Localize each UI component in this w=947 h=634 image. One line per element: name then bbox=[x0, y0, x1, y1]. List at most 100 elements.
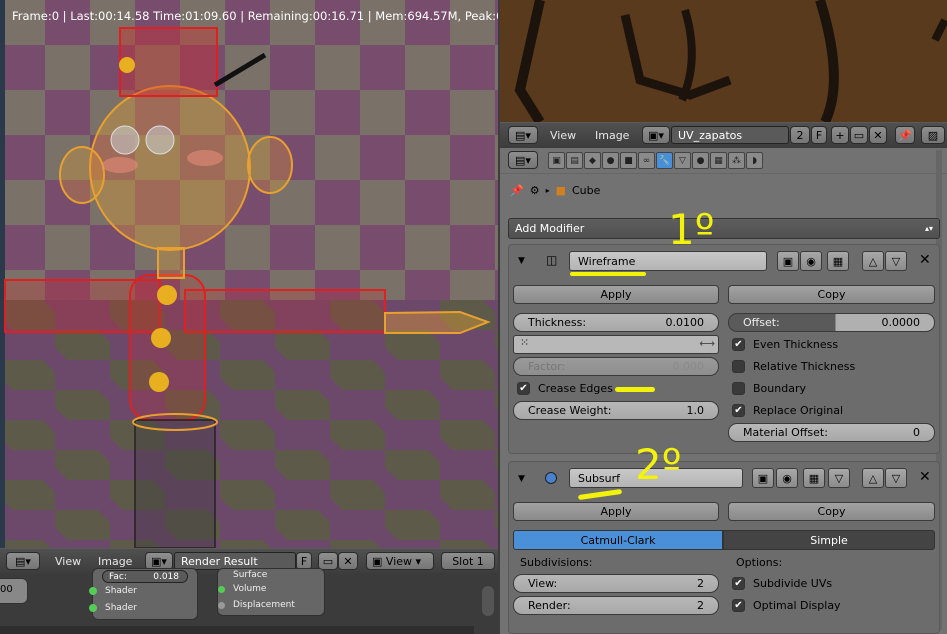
world-tab-icon[interactable]: ● bbox=[602, 152, 619, 169]
image-editor-area: Frame:0 | Last:00:14.58 Time:01:09.60 | … bbox=[0, 0, 498, 634]
wireframe-name-field[interactable]: Wireframe bbox=[569, 251, 767, 271]
uv-image-view[interactable] bbox=[500, 0, 947, 122]
unchecked-box-icon bbox=[732, 382, 745, 395]
shader-socket-2[interactable] bbox=[89, 604, 97, 612]
replace-original-label: Replace Original bbox=[753, 404, 844, 417]
slot-dropdown[interactable]: Slot 1 bbox=[441, 552, 495, 570]
uv-open-image-icon[interactable]: ▭ bbox=[850, 126, 868, 144]
wireframe-move-up-icon[interactable]: △ bbox=[862, 251, 884, 271]
wireframe-viewport-toggle-icon[interactable]: ◉ bbox=[800, 251, 822, 271]
checkmark-icon: ✔ bbox=[732, 577, 745, 590]
tab-catmull-clark[interactable]: Catmull-Clark bbox=[513, 530, 723, 550]
render-layers-tab-icon[interactable]: ▤ bbox=[566, 152, 583, 169]
volume-socket[interactable] bbox=[218, 586, 225, 593]
unchecked-box-icon bbox=[732, 360, 745, 373]
wireframe-move-down-icon[interactable]: ▽ bbox=[885, 251, 907, 271]
uv-view-menu[interactable]: View bbox=[550, 129, 576, 142]
subsurf-copy-button[interactable]: Copy bbox=[728, 502, 935, 521]
subsurf-move-down-icon[interactable]: ▽ bbox=[885, 468, 907, 488]
uv-render-icon[interactable]: ▨ bbox=[921, 126, 945, 144]
breadcrumb-separator-icon: ▸ bbox=[545, 186, 550, 195]
particles-tab-icon[interactable]: ⁂ bbox=[728, 152, 745, 169]
render-tab-icon[interactable]: ▣ bbox=[548, 152, 565, 169]
uv-texture-strokes bbox=[514, 0, 947, 122]
invert-vertex-group-icon[interactable]: ⟷ bbox=[699, 337, 715, 350]
subdivide-uvs-label: Subdivide UVs bbox=[753, 577, 833, 590]
view-mode-dropdown[interactable]: ▣ View ▾ bbox=[366, 552, 434, 570]
checkmark-icon: ✔ bbox=[732, 338, 745, 351]
scene-tab-icon[interactable]: ◆ bbox=[584, 152, 601, 169]
texture-tab-icon[interactable]: ▦ bbox=[710, 152, 727, 169]
modifiers-tab-icon[interactable]: 🔧 bbox=[656, 152, 673, 169]
even-thickness-checkbox[interactable]: ✔ Even Thickness bbox=[732, 338, 838, 351]
subsurf-apply-button[interactable]: Apply bbox=[513, 502, 719, 521]
breadcrumb: 📌 ⚙ ▸ ■ Cube bbox=[510, 184, 600, 197]
subdivision-render-field[interactable]: Render: 2 bbox=[513, 596, 719, 615]
subsurf-collapse-icon[interactable]: ▼ bbox=[518, 474, 525, 484]
pin-icon[interactable]: 📌 bbox=[510, 184, 524, 197]
add-modifier-dropdown[interactable]: Add Modifier ▴▾ bbox=[508, 218, 940, 239]
material-tab-icon[interactable]: ● bbox=[692, 152, 709, 169]
wireframe-render-toggle-icon[interactable]: ▣ bbox=[777, 251, 799, 271]
node-editor[interactable]: 00 Fac: 0.018 Shader Shader Surface Volum… bbox=[0, 568, 498, 634]
wireframe-copy-button[interactable]: Copy bbox=[728, 285, 935, 304]
uv-pin-icon[interactable]: 📌 bbox=[895, 126, 915, 144]
uv-unlink-icon[interactable]: ✕ bbox=[869, 126, 887, 144]
view-menu[interactable]: View bbox=[55, 555, 81, 568]
replace-original-checkbox[interactable]: ✔ Replace Original bbox=[732, 404, 843, 417]
subdivision-view-field[interactable]: View: 2 bbox=[513, 574, 719, 593]
wireframe-remove-icon[interactable]: ✕ bbox=[919, 252, 931, 268]
add-modifier-label: Add Modifier bbox=[515, 222, 585, 235]
wireframe-collapse-icon[interactable]: ▼ bbox=[518, 256, 525, 266]
render-result-image[interactable]: Frame:0 | Last:00:14.58 Time:01:09.60 | … bbox=[0, 0, 498, 548]
wireframe-editmode-toggle-icon[interactable]: ▦ bbox=[827, 251, 849, 271]
displacement-label: Displacement bbox=[233, 600, 295, 610]
fac-value: 0.018 bbox=[153, 571, 179, 582]
annotation-second: 2º bbox=[635, 440, 682, 489]
boundary-label: Boundary bbox=[753, 382, 806, 395]
boundary-checkbox[interactable]: Boundary bbox=[732, 382, 806, 395]
object-tab-icon[interactable]: ■ bbox=[620, 152, 637, 169]
uv-fake-user-button[interactable]: F bbox=[811, 126, 827, 144]
open-image-icon[interactable]: ▭ bbox=[318, 552, 338, 570]
physics-tab-icon[interactable]: ◗ bbox=[746, 152, 763, 169]
relative-thickness-checkbox[interactable]: Relative Thickness bbox=[732, 360, 855, 373]
factor-field: Factor: 0.000 bbox=[513, 357, 719, 376]
image-menu[interactable]: Image bbox=[98, 555, 132, 568]
uv-users-count[interactable]: 2 bbox=[790, 126, 810, 144]
subsurf-viewport-toggle-icon[interactable]: ◉ bbox=[776, 468, 798, 488]
crease-edges-checkbox[interactable]: ✔ Crease Edges bbox=[517, 382, 613, 395]
material-offset-field[interactable]: Material Offset: 0 bbox=[728, 423, 935, 442]
subsurf-render-toggle-icon[interactable]: ▣ bbox=[752, 468, 774, 488]
optimal-display-checkbox[interactable]: ✔ Optimal Display bbox=[732, 599, 841, 612]
unlink-image-icon[interactable]: ✕ bbox=[338, 552, 358, 570]
tab-simple[interactable]: Simple bbox=[723, 530, 935, 550]
wireframe-apply-button[interactable]: Apply bbox=[513, 285, 719, 304]
uv-image-menu[interactable]: Image bbox=[595, 129, 629, 142]
node-editor-scroll[interactable] bbox=[482, 586, 494, 616]
displacement-socket[interactable] bbox=[218, 602, 225, 609]
offset-field[interactable]: Offset: 0.0000 bbox=[728, 313, 935, 332]
crease-weight-field[interactable]: Crease Weight: 1.0 bbox=[513, 401, 719, 420]
properties-editor-type[interactable]: ▤▾ bbox=[508, 151, 538, 169]
shader-socket-1[interactable] bbox=[89, 587, 97, 595]
crease-weight-label: Crease Weight: bbox=[528, 404, 612, 417]
data-tab-icon[interactable]: ▽ bbox=[674, 152, 691, 169]
thickness-label: Thickness: bbox=[528, 316, 587, 329]
shader-label-2: Shader bbox=[105, 603, 137, 613]
subsurf-cage-toggle-icon[interactable]: ▽ bbox=[828, 468, 850, 488]
subsurf-editmode-toggle-icon[interactable]: ▦ bbox=[803, 468, 825, 488]
editor-type-button[interactable]: ▤▾ bbox=[6, 552, 40, 570]
uv-image-name-field[interactable]: UV_zapatos bbox=[671, 126, 789, 144]
thickness-field[interactable]: Thickness: 0.0100 bbox=[513, 313, 719, 332]
fac-field[interactable]: Fac: 0.018 bbox=[102, 570, 188, 583]
subsurf-move-up-icon[interactable]: △ bbox=[862, 468, 884, 488]
subsurf-remove-icon[interactable]: ✕ bbox=[919, 469, 931, 485]
uv-new-image-icon[interactable]: + bbox=[831, 126, 849, 144]
uv-editor-type-button[interactable]: ▤▾ bbox=[508, 126, 538, 144]
vertex-group-field[interactable]: ⁙ ⟷ bbox=[513, 335, 719, 354]
shader-label-1: Shader bbox=[105, 586, 137, 596]
subdivide-uvs-checkbox[interactable]: ✔ Subdivide UVs bbox=[732, 577, 832, 590]
constraints-tab-icon[interactable]: ∞ bbox=[638, 152, 655, 169]
uv-image-browse-button[interactable]: ▣▾ bbox=[642, 126, 670, 144]
